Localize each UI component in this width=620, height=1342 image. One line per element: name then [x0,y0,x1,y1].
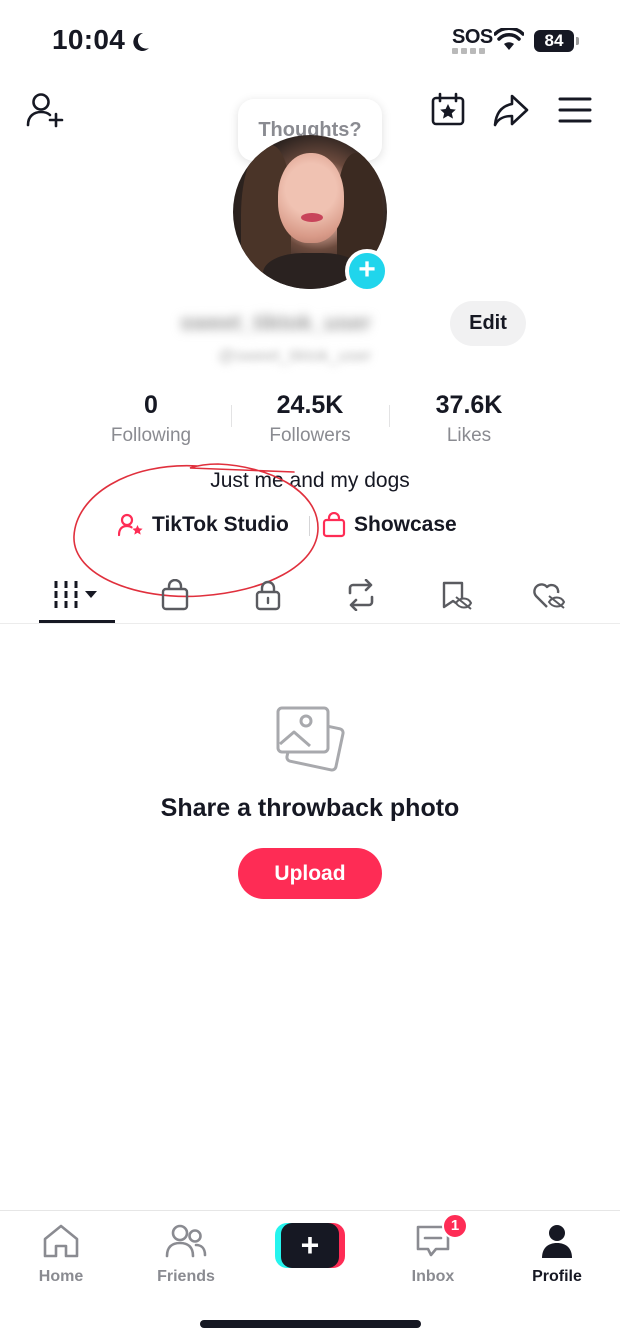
liked-hidden-icon [533,583,566,609]
stat-divider [231,405,232,427]
status-bar: 10:04 SOS 84 [0,0,620,80]
stat-label: Following [110,425,192,446]
favorites-hidden-icon [442,581,473,610]
photos-icon [276,706,345,772]
signal-dots [452,48,486,54]
friends-icon [165,1224,207,1258]
nav-label: Friends [157,1268,215,1285]
stat-following[interactable]: 0 Following [86,390,216,450]
nav-label: Profile [532,1268,582,1285]
showcase-link[interactable]: Showcase [322,508,457,542]
edit-profile-button[interactable]: Edit [450,301,526,346]
status-time: 10:04 [52,24,126,55]
showcase-label: Showcase [354,513,457,536]
content-tabs [0,566,620,624]
create-button[interactable]: + [275,1223,345,1268]
repost-icon [348,579,374,611]
tab-reposts[interactable] [323,566,399,624]
nav-profile[interactable]: Profile [502,1223,612,1286]
lock-icon [255,580,281,611]
empty-state-title: Share a throwback photo [160,794,460,822]
add-friend-icon[interactable] [26,92,66,128]
add-story-button[interactable]: + [345,249,389,293]
user-handle: @sweet_tiktok_user [218,346,372,365]
username: sweet_tiktok_user [180,310,371,335]
plus-icon: + [281,1223,339,1268]
share-icon[interactable] [492,92,530,128]
stat-divider [389,405,390,427]
stat-value: 37.6K [435,391,503,419]
wifi-icon [494,28,524,50]
stat-label: Likes [446,425,492,446]
tab-liked[interactable] [511,566,587,624]
tab-private[interactable] [230,566,306,624]
menu-icon[interactable] [558,96,592,124]
upload-button[interactable]: Upload [238,848,382,899]
active-tab-indicator [39,620,115,623]
stat-label: Followers [269,425,351,446]
stat-value: 0 [144,391,158,419]
tab-favorites[interactable] [418,566,494,624]
stat-value: 24.5K [276,391,344,419]
videos-grid-icon [54,581,97,609]
moon-icon [133,32,149,51]
nav-label: Home [38,1268,84,1285]
nav-friends[interactable]: Friends [131,1223,241,1286]
nav-label: Inbox [411,1268,455,1285]
tab-videos[interactable] [39,566,115,624]
battery-indicator: 84 [534,30,574,52]
nav-home[interactable]: Home [6,1223,116,1286]
profile-icon [542,1225,572,1258]
carrier-label: SOS [452,26,493,48]
stat-likes[interactable]: 37.6K Likes [404,390,534,450]
battery-tip [576,37,579,45]
home-indicator [200,1320,421,1328]
shop-icon [161,579,189,611]
tab-shop[interactable] [137,566,213,624]
nav-inbox[interactable]: Inbox [378,1223,488,1286]
inbox-badge: 1 [442,1213,468,1239]
calendar-star-icon[interactable] [430,92,466,128]
stat-followers[interactable]: 24.5K Followers [245,390,375,450]
home-icon [43,1224,79,1258]
